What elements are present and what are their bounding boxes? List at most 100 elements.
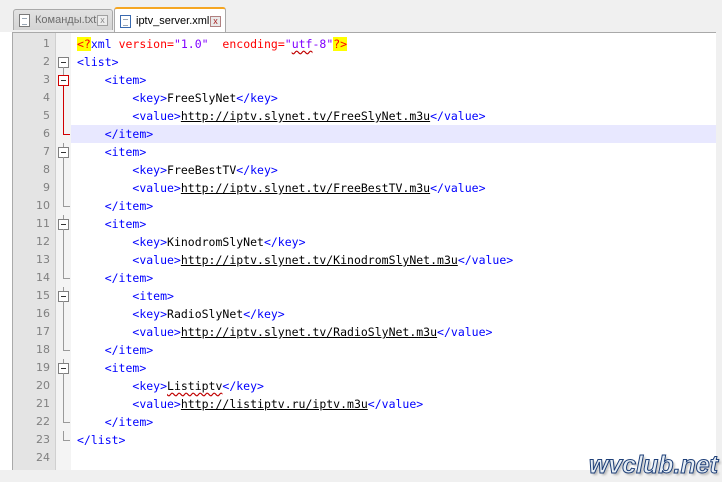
line-content: <?xml version="1.0" encoding="utf-8"?> (77, 37, 348, 51)
file-icon (120, 15, 131, 28)
line-content: <value>http://iptv.slynet.tv/FreeBestTV.… (132, 181, 486, 195)
code-line[interactable]: 10 </item> (13, 197, 717, 215)
line-number: 3 (43, 73, 50, 86)
fold-line (58, 323, 69, 341)
code-line[interactable]: 5 <value>http://iptv.slynet.tv/FreeSlyNe… (13, 107, 717, 125)
fold-line (58, 377, 69, 395)
line-content: <item> (104, 145, 147, 159)
code-line[interactable]: 4 <key>FreeSlyNet</key> (13, 89, 717, 107)
fold-line (58, 179, 69, 197)
code-line[interactable]: 17 <value>http://iptv.slynet.tv/RadioSly… (13, 323, 717, 341)
line-number: 11 (36, 217, 50, 230)
fold-line (58, 305, 69, 323)
code-line[interactable]: 9 <value>http://iptv.slynet.tv/FreeBestT… (13, 179, 717, 197)
line-content: <value>http://listiptv.ru/iptv.m3u</valu… (132, 397, 424, 411)
line-content: </list> (77, 433, 126, 447)
line-number: 21 (36, 397, 50, 410)
code-line[interactable]: 11 <item> (13, 215, 717, 233)
code-line[interactable]: 20 <key>Listiptv</key> (13, 377, 717, 395)
code-line[interactable]: 12 <key>KinodromSlyNet</key> (13, 233, 717, 251)
code-line-current[interactable]: 6 </item> (13, 125, 717, 143)
fold-collapse-icon[interactable] (58, 143, 69, 161)
line-number: 9 (43, 181, 50, 194)
code-line[interactable]: 23 </list> (13, 431, 717, 449)
fold-end (58, 269, 70, 287)
line-content: <key>KinodromSlyNet</key> (132, 235, 306, 249)
close-icon[interactable]: x (97, 15, 108, 26)
code-line[interactable]: 14 </item> (13, 269, 717, 287)
code-line[interactable]: 2 <list> (13, 53, 717, 71)
fold-line (58, 89, 69, 107)
line-content: <value>http://iptv.slynet.tv/KinodromSly… (132, 253, 514, 267)
line-content: <value>http://iptv.slynet.tv/RadioSlyNet… (132, 325, 493, 339)
watermark: wvclub.net (588, 451, 718, 480)
code-line[interactable]: 1 <?xml version="1.0" encoding="utf-8"?> (13, 35, 717, 53)
line-number: 16 (36, 307, 50, 320)
code-line[interactable]: 21 <value>http://listiptv.ru/iptv.m3u</v… (13, 395, 717, 413)
line-content: </item> (104, 415, 154, 429)
code-line[interactable]: 15 <item> (13, 287, 717, 305)
fold-line (58, 107, 69, 125)
tab-label: iptv_server.xml (136, 15, 210, 27)
line-content: </item> (104, 343, 154, 357)
tab-bar: Команды.txt x iptv_server.xml x (0, 0, 722, 32)
line-number: 13 (36, 253, 50, 266)
line-content: <item> (104, 73, 147, 87)
line-content: </item> (104, 199, 154, 213)
line-number: 2 (43, 55, 50, 68)
fold-end (58, 431, 70, 449)
fold-line (58, 251, 69, 269)
line-content: <item> (104, 217, 147, 231)
line-number: 23 (36, 433, 50, 446)
code-line[interactable]: 7 <item> (13, 143, 717, 161)
line-number: 14 (36, 271, 50, 284)
line-content: <key>Listiptv</key> (132, 379, 264, 393)
close-icon[interactable]: x (210, 16, 221, 27)
line-content: <key>FreeSlyNet</key> (132, 91, 278, 105)
tab-komandy-txt[interactable]: Команды.txt x (13, 9, 113, 30)
code-line[interactable]: 3 <item> (13, 71, 717, 89)
file-icon (19, 14, 30, 27)
window-edge (716, 32, 722, 470)
line-content: <list> (77, 55, 119, 69)
fold-line (58, 395, 69, 413)
fold-line (58, 161, 69, 179)
line-number: 12 (36, 235, 50, 248)
line-number: 19 (36, 361, 50, 374)
line-content: </item> (104, 271, 154, 285)
line-content: <item> (104, 361, 147, 375)
fold-collapse-icon[interactable] (58, 287, 69, 305)
fold-collapse-icon[interactable] (58, 215, 69, 233)
line-number: 7 (43, 145, 50, 158)
line-content: <key>FreeBestTV</key> (132, 163, 278, 177)
line-number: 18 (36, 343, 50, 356)
code-line[interactable]: 22 </item> (13, 413, 717, 431)
fold-end (58, 341, 70, 359)
fold-collapse-icon[interactable] (58, 359, 69, 377)
fold-collapse-icon[interactable] (58, 53, 69, 71)
code-line[interactable]: 13 <value>http://iptv.slynet.tv/Kinodrom… (13, 251, 717, 269)
line-number: 6 (43, 127, 50, 140)
code-line[interactable]: 18 </item> (13, 341, 717, 359)
code-line[interactable]: 19 <item> (13, 359, 717, 377)
line-number: 4 (43, 91, 50, 104)
line-number: 5 (43, 109, 50, 122)
fold-end (58, 125, 70, 143)
fold-line (58, 233, 69, 251)
code-line[interactable]: 8 <key>FreeBestTV</key> (13, 161, 717, 179)
line-number: 15 (36, 289, 50, 302)
fold-collapse-icon[interactable] (58, 71, 69, 89)
line-number: 20 (36, 379, 50, 392)
line-number: 10 (36, 199, 50, 212)
fold-end (58, 413, 70, 431)
fold-end (58, 197, 70, 215)
line-number: 24 (36, 451, 50, 464)
line-number: 22 (36, 415, 50, 428)
line-content: </item> (104, 127, 154, 141)
line-number: 1 (43, 37, 50, 50)
code-editor[interactable]: 1 <?xml version="1.0" encoding="utf-8"?>… (12, 32, 717, 471)
line-number: 17 (36, 325, 50, 338)
line-content: <key>RadioSlyNet</key> (132, 307, 285, 321)
tab-iptv-server-xml[interactable]: iptv_server.xml x (114, 7, 226, 32)
code-line[interactable]: 16 <key>RadioSlyNet</key> (13, 305, 717, 323)
